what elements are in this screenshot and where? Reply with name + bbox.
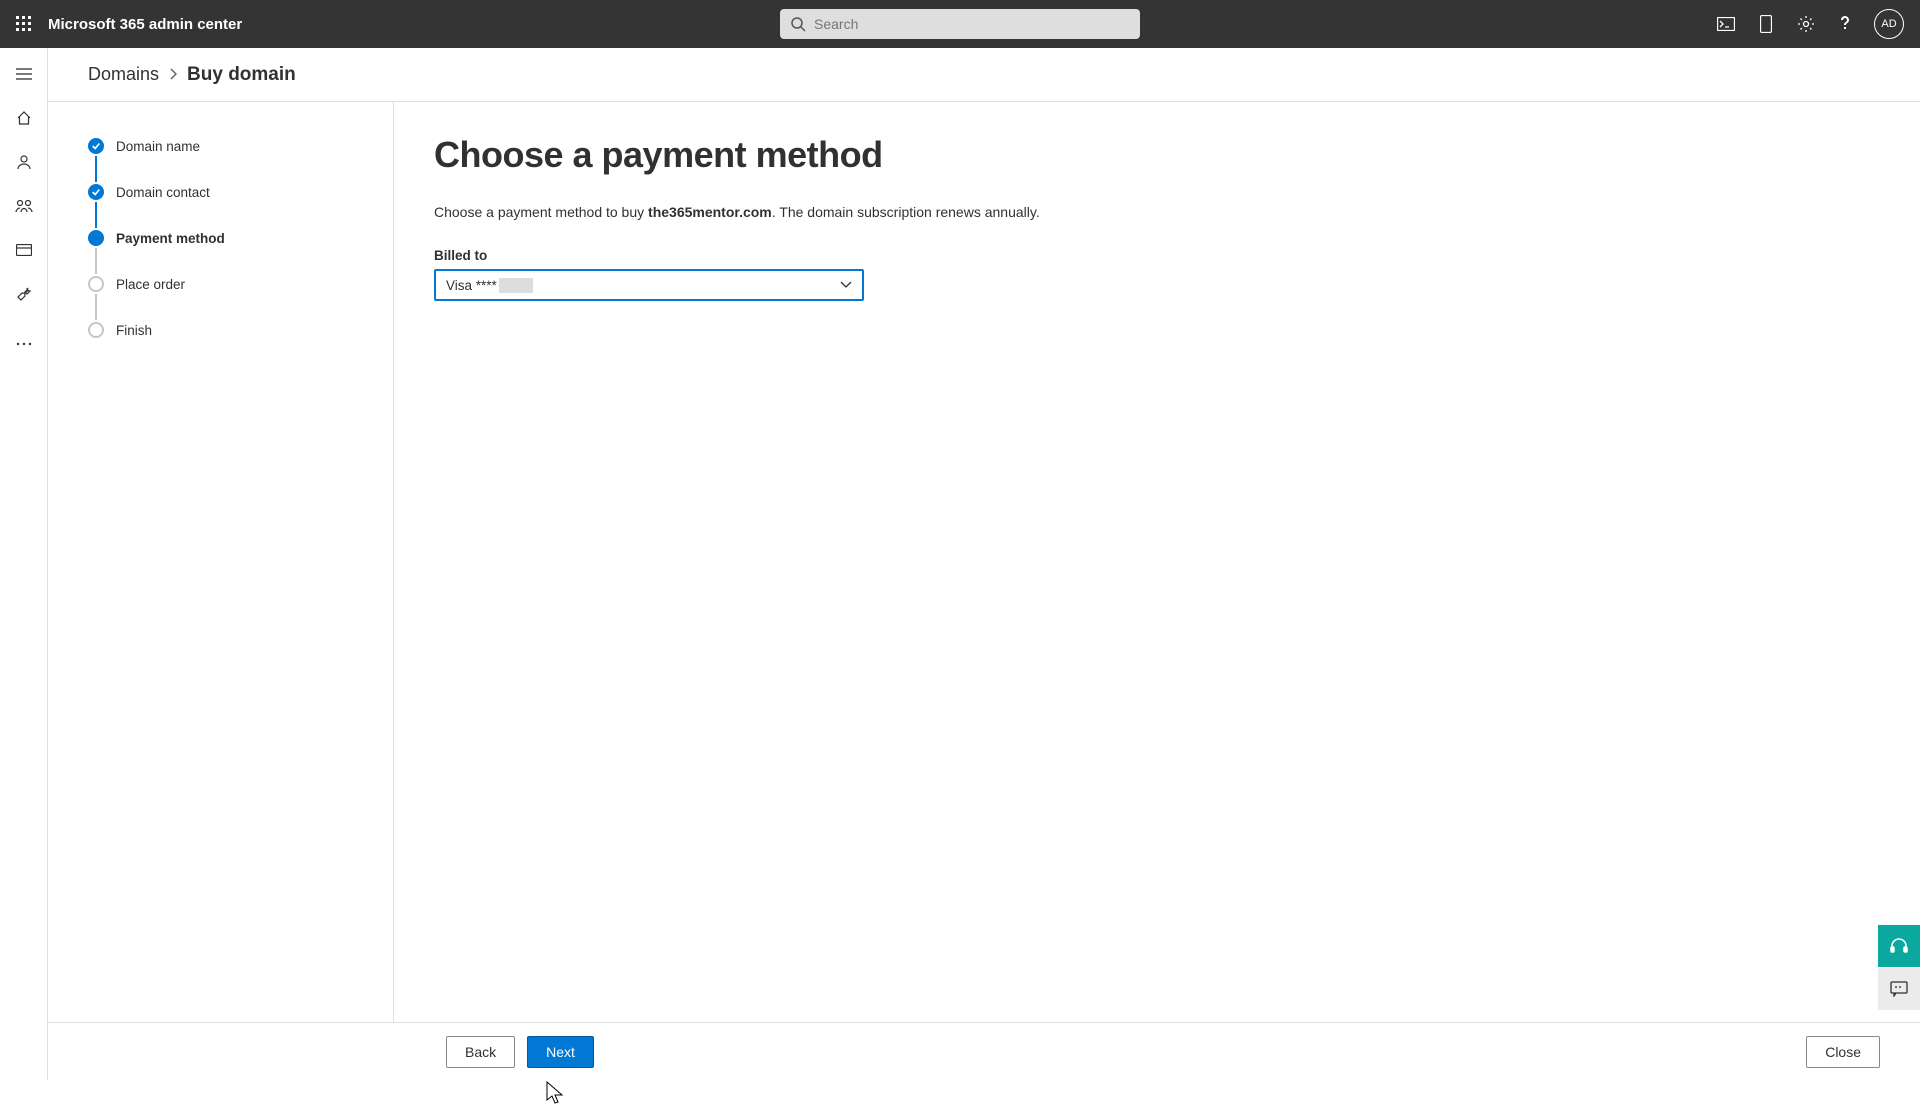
check-icon [88, 138, 104, 154]
top-header: Microsoft 365 admin center AD [0, 0, 1920, 48]
app-title: Microsoft 365 admin center [48, 16, 242, 33]
wizard-step-domain-contact: Domain contact [88, 182, 369, 202]
wizard-steps: Domain name Domain contact Payment metho… [48, 102, 394, 1080]
avatar[interactable]: AD [1874, 9, 1904, 39]
search-container [780, 9, 1140, 39]
step-connector [95, 294, 97, 320]
current-step-dot [88, 230, 104, 246]
app-launcher-icon[interactable] [8, 8, 40, 40]
search-icon [790, 16, 806, 32]
breadcrumb-current: Buy domain [187, 64, 296, 86]
next-button[interactable]: Next [527, 1036, 594, 1068]
wizard-step-label: Domain name [116, 139, 200, 154]
help-float-panel [1878, 925, 1920, 1010]
page-description: Choose a payment method to buy the365men… [434, 204, 1880, 220]
billed-to-select[interactable]: Visa ****1234 [434, 269, 864, 301]
pending-step-dot [88, 276, 104, 292]
chevron-down-icon [840, 281, 852, 289]
main-content: Choose a payment method Choose a payment… [394, 102, 1920, 1080]
wizard-step-payment-method: Payment method [88, 228, 369, 248]
step-connector [95, 202, 97, 228]
gear-icon[interactable] [1794, 12, 1818, 36]
more-icon[interactable] [4, 324, 44, 364]
wizard-step-label: Finish [116, 323, 152, 338]
feedback-icon[interactable] [1878, 968, 1920, 1010]
body-columns: Domain name Domain contact Payment metho… [48, 102, 1920, 1080]
cursor-icon [546, 1081, 564, 1105]
footer-bar: Back Next Close [48, 1022, 1920, 1080]
step-connector [95, 248, 97, 274]
teams-icon[interactable] [4, 186, 44, 226]
billed-to-value: Visa ****1234 [446, 278, 533, 293]
close-button[interactable]: Close [1806, 1036, 1880, 1068]
check-icon [88, 184, 104, 200]
support-headset-icon[interactable] [1878, 925, 1920, 967]
left-nav-rail [0, 48, 48, 1080]
shell-console-icon[interactable] [1714, 12, 1738, 36]
breadcrumb: Domains Buy domain [48, 48, 1920, 102]
desc-domain: the365mentor.com [648, 204, 772, 220]
wizard-step-label: Payment method [116, 231, 225, 246]
device-icon[interactable] [1754, 12, 1778, 36]
wizard-step-label: Domain contact [116, 185, 210, 200]
wizard-step-place-order: Place order [88, 274, 369, 294]
users-icon[interactable] [4, 142, 44, 182]
step-connector [95, 156, 97, 182]
desc-suffix: . The domain subscription renews annuall… [772, 204, 1040, 220]
desc-prefix: Choose a payment method to buy [434, 204, 648, 220]
page-body: Domains Buy domain Domain name Domain co… [0, 48, 1920, 1080]
setup-icon[interactable] [4, 274, 44, 314]
breadcrumb-parent[interactable]: Domains [88, 64, 159, 85]
billing-icon[interactable] [4, 230, 44, 270]
search-input[interactable] [814, 16, 1130, 32]
wizard-step-finish: Finish [88, 320, 369, 340]
back-button[interactable]: Back [446, 1036, 515, 1068]
billed-to-label: Billed to [434, 248, 1880, 263]
page-title: Choose a payment method [434, 134, 1880, 176]
pending-step-dot [88, 322, 104, 338]
chevron-right-icon [169, 67, 177, 83]
topbar-actions: AD [1714, 9, 1912, 39]
wizard-step-label: Place order [116, 277, 185, 292]
home-icon[interactable] [4, 98, 44, 138]
help-icon[interactable] [1834, 12, 1858, 36]
hamburger-icon[interactable] [4, 54, 44, 94]
content-area: Domains Buy domain Domain name Domain co… [48, 48, 1920, 1080]
wizard-step-domain-name: Domain name [88, 136, 369, 156]
search-box[interactable] [780, 9, 1140, 39]
